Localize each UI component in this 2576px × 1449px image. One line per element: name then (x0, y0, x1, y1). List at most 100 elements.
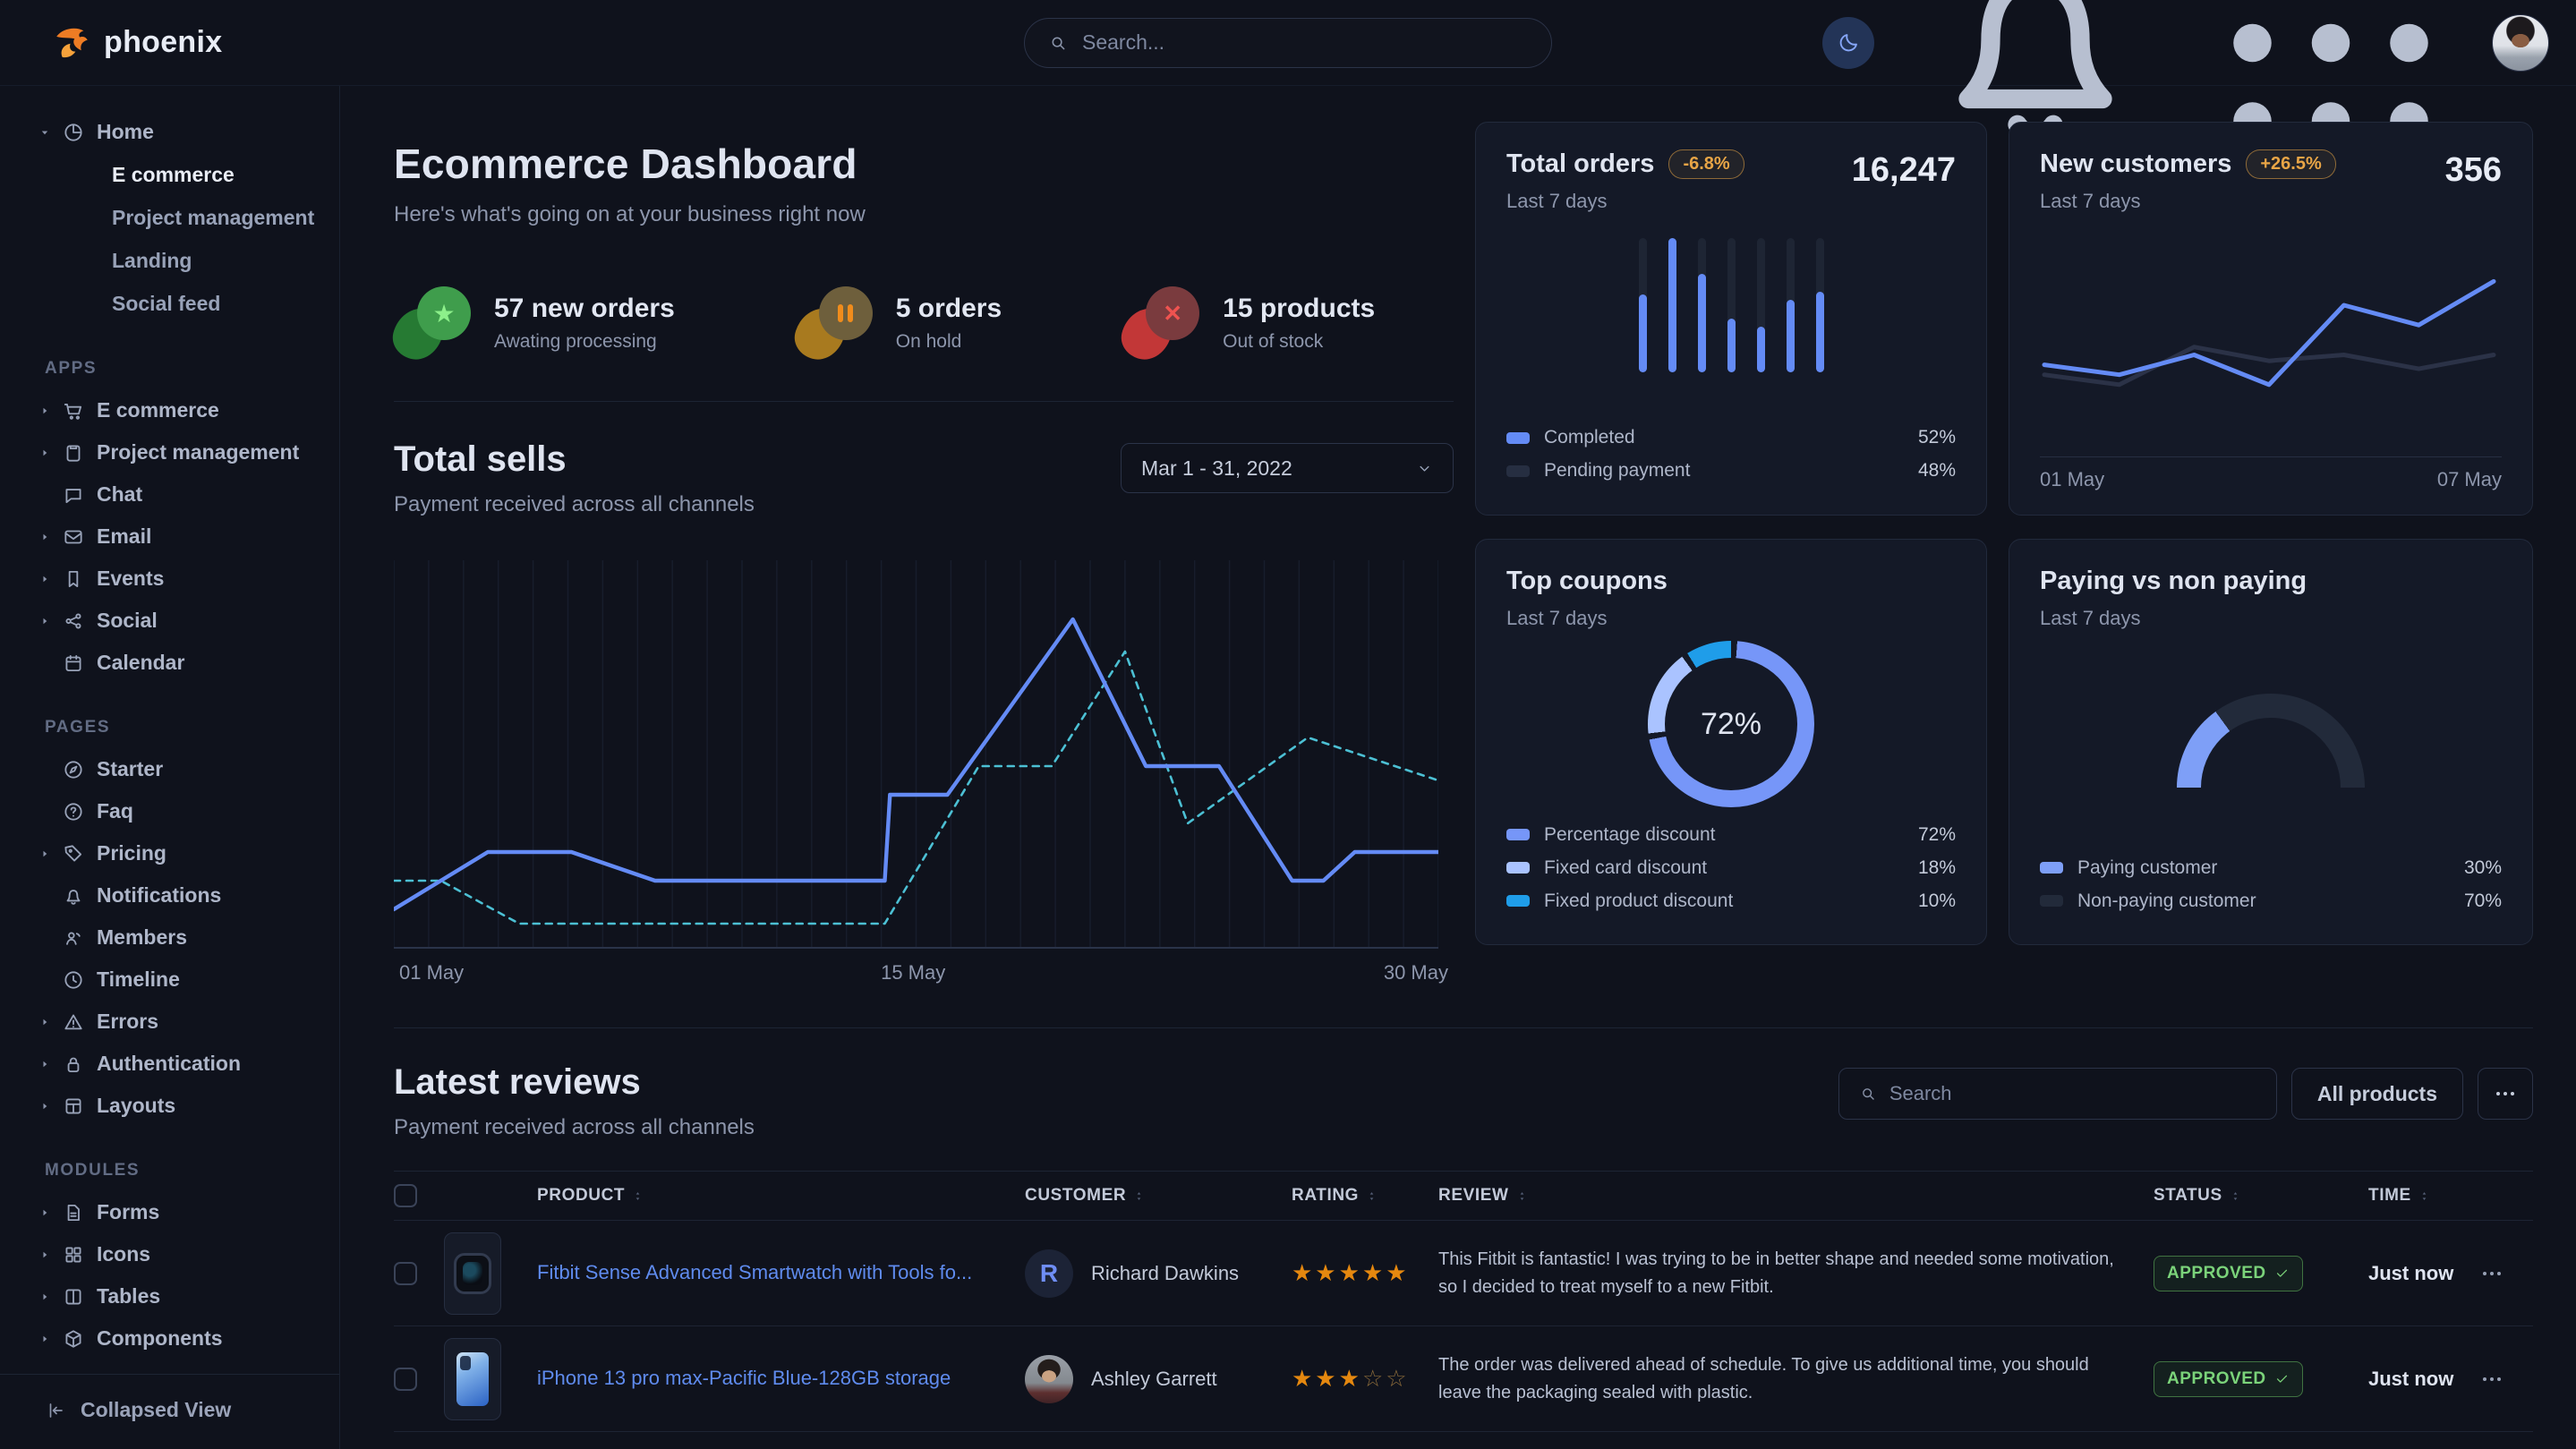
clock-icon (62, 968, 85, 992)
sidebar-item-errors[interactable]: Errors (0, 1001, 339, 1043)
help-icon (62, 800, 85, 823)
mail-icon (62, 525, 85, 549)
card-title: New customers (2040, 149, 2231, 179)
sidebar-item-email[interactable]: Email (0, 516, 339, 558)
legend-item-fixed-card-discount: Fixed card discount18% (1506, 851, 1956, 884)
status-badge: APPROVED (2154, 1361, 2303, 1397)
rating-stars: ★★★☆☆ (1292, 1365, 1438, 1393)
total-sells-title: Total sells (394, 439, 755, 480)
column-header-time[interactable]: TIME (2368, 1186, 2483, 1206)
sidebar-item-social-feed[interactable]: Social feed (0, 282, 339, 325)
user-avatar[interactable] (2492, 14, 2549, 72)
select-all-checkbox[interactable] (394, 1184, 417, 1207)
stats-row: ★57 new ordersAwating processing5 orders… (394, 286, 1454, 360)
legend-item-paying-customer: Paying customer30% (2040, 851, 2502, 884)
stat-57-new-orders: ★57 new ordersAwating processing (394, 286, 675, 360)
sidebar-item-notifications[interactable]: Notifications (0, 874, 339, 916)
paying-legend: Paying customer30%Non-paying customer70% (2040, 851, 2502, 917)
share-icon (62, 609, 85, 633)
coupons-donut-chart: 72% (1648, 641, 1814, 807)
order-bar (1816, 238, 1824, 372)
sidebar-item-project-management[interactable]: Project management (0, 431, 339, 473)
sidebar-item-events[interactable]: Events (0, 558, 339, 600)
sidebar-item-forms[interactable]: Forms (0, 1191, 339, 1233)
product-link[interactable]: Fitbit Sense Advanced Smartwatch with To… (537, 1259, 999, 1287)
caret-right-icon (39, 490, 50, 500)
global-search-input[interactable] (1082, 30, 1528, 55)
column-header-status[interactable]: STATUS (2154, 1186, 2368, 1206)
more-options-button[interactable] (2478, 1068, 2533, 1120)
order-bar (1698, 238, 1706, 372)
card-title: Paying vs non paying (2040, 567, 2307, 596)
legend-item-percentage-discount: Percentage discount72% (1506, 818, 1956, 851)
caret-right-icon (39, 1059, 50, 1070)
sidebar-item-layouts[interactable]: Layouts (0, 1085, 339, 1127)
icons-icon (62, 1243, 85, 1266)
card-title: Top coupons (1506, 567, 1668, 596)
new-customers-card: New customers +26.5% Last 7 days 356 01 … (2009, 122, 2533, 516)
section-label-apps: APPS (45, 359, 339, 379)
sidebar-item-authentication[interactable]: Authentication (0, 1043, 339, 1085)
sidebar-item-timeline[interactable]: Timeline (0, 959, 339, 1001)
column-header-customer[interactable]: CUSTOMER (1025, 1186, 1292, 1206)
sidebar-item-starter[interactable]: Starter (0, 748, 339, 790)
row-checkbox[interactable] (394, 1368, 417, 1391)
sidebar-item-ecommerce-home[interactable]: E commerce (0, 153, 339, 196)
order-bar (1668, 238, 1676, 372)
order-bar (1727, 238, 1736, 372)
column-header-review[interactable]: REVIEW (1438, 1186, 2154, 1206)
time-cell: Just now (2368, 1368, 2483, 1391)
product-link[interactable]: iPhone 13 pro max-Pacific Blue-128GB sto… (537, 1365, 977, 1393)
sidebar-item-pricing[interactable]: Pricing (0, 832, 339, 874)
paying-card: Paying vs non paying Last 7 days Paying … (2009, 539, 2533, 945)
page-subtitle: Here's what's going on at your business … (394, 202, 1454, 227)
column-header-product[interactable]: PRODUCT (537, 1186, 1025, 1206)
sidebar-item-landing[interactable]: Landing (0, 239, 339, 282)
caret-right-icon (39, 764, 50, 775)
theme-toggle-button[interactable] (1822, 17, 1874, 69)
sidebar-item-components[interactable]: Components (0, 1317, 339, 1360)
reviews-search[interactable] (1838, 1068, 2277, 1120)
caret-right-icon (39, 1334, 50, 1344)
sidebar-item-e-commerce[interactable]: E commerce (0, 389, 339, 431)
product-thumbnail[interactable] (444, 1338, 501, 1420)
new-customers-chart (2040, 222, 2502, 447)
brand-logo[interactable]: phoenix (50, 22, 222, 64)
ellipsis-icon (2496, 1092, 2514, 1095)
table-row-ashley-garrett: iPhone 13 pro max-Pacific Blue-128GB sto… (394, 1326, 2533, 1432)
people-icon (62, 926, 85, 950)
reviews-search-input[interactable] (1889, 1082, 2256, 1105)
sidebar-item-home[interactable]: Home (0, 111, 339, 153)
all-products-button[interactable]: All products (2291, 1068, 2463, 1120)
date-range-select[interactable]: Mar 1 - 31, 2022 (1121, 443, 1454, 493)
row-menu-button[interactable] (2483, 1377, 2533, 1381)
row-checkbox[interactable] (394, 1262, 417, 1285)
sidebar-item-members[interactable]: Members (0, 916, 339, 959)
row-menu-button[interactable] (2483, 1272, 2533, 1275)
order-bar (1787, 238, 1795, 372)
caret-right-icon (39, 405, 50, 416)
sidebar-item-faq[interactable]: Faq (0, 790, 339, 832)
box-icon (62, 1327, 85, 1351)
sidebar-item-project-management-home[interactable]: Project management (0, 196, 339, 239)
total-orders-value: 16,247 (1852, 151, 1956, 190)
legend-item-non-paying-customer: Non-paying customer70% (2040, 884, 2502, 917)
global-search[interactable] (1024, 18, 1552, 68)
sidebar-item-social[interactable]: Social (0, 600, 339, 642)
column-header-rating[interactable]: RATING (1292, 1186, 1438, 1206)
sidebar-item-tables[interactable]: Tables (0, 1275, 339, 1317)
donut-center-label: 72% (1648, 641, 1814, 807)
sort-icon (1366, 1190, 1378, 1202)
divider (394, 401, 1454, 402)
sidebar-item-icons[interactable]: Icons (0, 1233, 339, 1275)
sidebar-item-chat[interactable]: Chat (0, 473, 339, 516)
sidebar-item-calendar[interactable]: Calendar (0, 642, 339, 684)
stat-15-products: ✕15 productsOut of stock (1122, 286, 1375, 360)
collapsed-view-toggle[interactable]: Collapsed View (45, 1398, 339, 1422)
table-icon (62, 1285, 85, 1308)
axis-line (2040, 456, 2502, 457)
caret-right-icon (39, 806, 50, 817)
product-thumbnail[interactable] (444, 1232, 501, 1315)
moon-icon (1837, 30, 1861, 55)
search-icon (1859, 1085, 1877, 1103)
